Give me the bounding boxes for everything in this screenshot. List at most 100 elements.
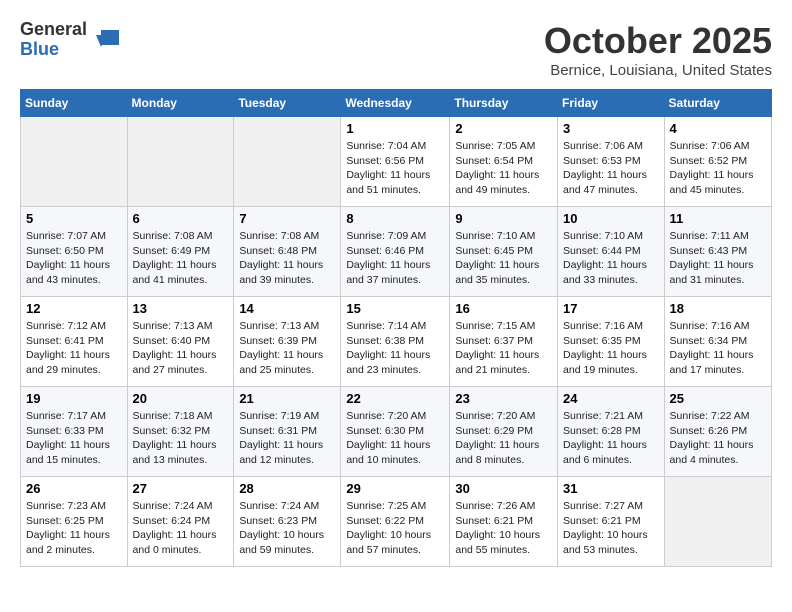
day-number: 17 (563, 301, 659, 316)
logo-icon (91, 25, 121, 55)
cell-content: Sunrise: 7:14 AMSunset: 6:38 PMDaylight:… (346, 319, 444, 378)
cell-content: Sunrise: 7:15 AMSunset: 6:37 PMDaylight:… (455, 319, 552, 378)
cell-content: Sunrise: 7:22 AMSunset: 6:26 PMDaylight:… (670, 409, 766, 468)
calendar-cell: 12 Sunrise: 7:12 AMSunset: 6:41 PMDayligh… (21, 297, 128, 387)
weekday-header-friday: Friday (558, 90, 665, 117)
calendar-cell: 2Sunrise: 7:05 AMSunset: 6:54 PMDaylight… (450, 117, 558, 207)
day-number: 28 (239, 481, 335, 496)
day-number: 29 (346, 481, 444, 496)
day-number: 21 (239, 391, 335, 406)
day-number: 11 (670, 211, 766, 226)
cell-content: Sunrise: 7:08 AMSunset: 6:49 PMDaylight:… (133, 229, 229, 288)
calendar-cell: 3 Sunrise: 7:06 AMSunset: 6:53 PMDaylight… (558, 117, 665, 207)
weekday-header-row: SundayMondayTuesdayWednesdayThursdayFrid… (21, 90, 772, 117)
calendar-week-row: 12 Sunrise: 7:12 AMSunset: 6:41 PMDayligh… (21, 297, 772, 387)
day-number: 6 (133, 211, 229, 226)
day-number: 23 (455, 391, 552, 406)
day-number: 15 (346, 301, 444, 316)
day-number: 22 (346, 391, 444, 406)
day-number: 1 (346, 121, 444, 136)
logo-general-text: General (20, 20, 87, 40)
day-number: 13 (133, 301, 229, 316)
calendar-cell: 10 Sunrise: 7:10 AMSunset: 6:44 PMDayligh… (558, 207, 665, 297)
calendar-cell: 9Sunrise: 7:10 AMSunset: 6:45 PMDaylight… (450, 207, 558, 297)
calendar-cell: 29 Sunrise: 7:25 AMSunset: 6:22 PMDayligh… (341, 477, 450, 567)
weekday-header-saturday: Saturday (664, 90, 771, 117)
calendar-cell: 22 Sunrise: 7:20 AMSunset: 6:30 PMDayligh… (341, 387, 450, 477)
weekday-header-tuesday: Tuesday (234, 90, 341, 117)
day-number: 26 (26, 481, 122, 496)
calendar-cell: 1 Sunrise: 7:04 AMSunset: 6:56 PMDaylight… (341, 117, 450, 207)
cell-content: Sunrise: 7:12 AMSunset: 6:41 PMDaylight:… (26, 319, 122, 378)
cell-content: Sunrise: 7:10 AMSunset: 6:44 PMDaylight:… (563, 229, 659, 288)
cell-content: Sunrise: 7:21 AMSunset: 6:28 PMDaylight:… (563, 409, 659, 468)
calendar-cell (21, 117, 128, 207)
calendar-cell (234, 117, 341, 207)
cell-content: Sunrise: 7:13 AMSunset: 6:39 PMDaylight:… (239, 319, 335, 378)
calendar-cell: 26Sunrise: 7:23 AMSunset: 6:25 PMDayligh… (21, 477, 128, 567)
calendar-cell: 24 Sunrise: 7:21 AMSunset: 6:28 PMDayligh… (558, 387, 665, 477)
day-number: 27 (133, 481, 229, 496)
cell-content: Sunrise: 7:11 AMSunset: 6:43 PMDaylight:… (670, 229, 766, 288)
cell-content: Sunrise: 7:09 AMSunset: 6:46 PMDaylight:… (346, 229, 444, 288)
cell-content: Sunrise: 7:26 AMSunset: 6:21 PMDaylight:… (455, 499, 552, 558)
weekday-header-sunday: Sunday (21, 90, 128, 117)
day-number: 25 (670, 391, 766, 406)
cell-content: Sunrise: 7:08 AMSunset: 6:48 PMDaylight:… (239, 229, 335, 288)
day-number: 19 (26, 391, 122, 406)
calendar-cell (127, 117, 234, 207)
cell-content: Sunrise: 7:18 AMSunset: 6:32 PMDaylight:… (133, 409, 229, 468)
calendar-cell: 13 Sunrise: 7:13 AMSunset: 6:40 PMDayligh… (127, 297, 234, 387)
weekday-header-wednesday: Wednesday (341, 90, 450, 117)
cell-content: Sunrise: 7:04 AMSunset: 6:56 PMDaylight:… (346, 139, 444, 198)
calendar-cell: 15 Sunrise: 7:14 AMSunset: 6:38 PMDayligh… (341, 297, 450, 387)
cell-content: Sunrise: 7:16 AMSunset: 6:35 PMDaylight:… (563, 319, 659, 378)
cell-content: Sunrise: 7:13 AMSunset: 6:40 PMDaylight:… (133, 319, 229, 378)
cell-content: Sunrise: 7:25 AMSunset: 6:22 PMDaylight:… (346, 499, 444, 558)
calendar-week-row: 5Sunrise: 7:07 AMSunset: 6:50 PMDaylight… (21, 207, 772, 297)
cell-content: Sunrise: 7:20 AMSunset: 6:30 PMDaylight:… (346, 409, 444, 468)
calendar-cell: 28 Sunrise: 7:24 AMSunset: 6:23 PMDayligh… (234, 477, 341, 567)
calendar-cell: 19Sunrise: 7:17 AMSunset: 6:33 PMDayligh… (21, 387, 128, 477)
calendar-cell: 16 Sunrise: 7:15 AMSunset: 6:37 PMDayligh… (450, 297, 558, 387)
month-title: October 2025 (544, 20, 772, 62)
location-subtitle: Bernice, Louisiana, United States (544, 62, 772, 79)
cell-content: Sunrise: 7:27 AMSunset: 6:21 PMDaylight:… (563, 499, 659, 558)
calendar-cell: 18Sunrise: 7:16 AMSunset: 6:34 PMDayligh… (664, 297, 771, 387)
cell-content: Sunrise: 7:10 AMSunset: 6:45 PMDaylight:… (455, 229, 552, 288)
calendar-cell: 7 Sunrise: 7:08 AMSunset: 6:48 PMDaylight… (234, 207, 341, 297)
day-number: 10 (563, 211, 659, 226)
calendar-week-row: 19Sunrise: 7:17 AMSunset: 6:33 PMDayligh… (21, 387, 772, 477)
calendar-cell: 23 Sunrise: 7:20 AMSunset: 6:29 PMDayligh… (450, 387, 558, 477)
day-number: 24 (563, 391, 659, 406)
cell-content: Sunrise: 7:20 AMSunset: 6:29 PMDaylight:… (455, 409, 552, 468)
calendar-cell: 17 Sunrise: 7:16 AMSunset: 6:35 PMDayligh… (558, 297, 665, 387)
calendar-cell: 4Sunrise: 7:06 AMSunset: 6:52 PMDaylight… (664, 117, 771, 207)
calendar-week-row: 26Sunrise: 7:23 AMSunset: 6:25 PMDayligh… (21, 477, 772, 567)
day-number: 3 (563, 121, 659, 136)
calendar-cell: 27 Sunrise: 7:24 AMSunset: 6:24 PMDayligh… (127, 477, 234, 567)
cell-content: Sunrise: 7:06 AMSunset: 6:52 PMDaylight:… (670, 139, 766, 198)
day-number: 20 (133, 391, 229, 406)
title-section: October 2025 Bernice, Louisiana, United … (544, 20, 772, 79)
day-number: 8 (346, 211, 444, 226)
day-number: 31 (563, 481, 659, 496)
logo: General Blue (20, 20, 121, 60)
cell-content: Sunrise: 7:24 AMSunset: 6:23 PMDaylight:… (239, 499, 335, 558)
day-number: 2 (455, 121, 552, 136)
page-header: General Blue October 2025 Bernice, Louis… (20, 20, 772, 79)
day-number: 18 (670, 301, 766, 316)
day-number: 16 (455, 301, 552, 316)
day-number: 12 (26, 301, 122, 316)
cell-content: Sunrise: 7:24 AMSunset: 6:24 PMDaylight:… (133, 499, 229, 558)
calendar-cell: 30Sunrise: 7:26 AMSunset: 6:21 PMDayligh… (450, 477, 558, 567)
calendar-cell: 8 Sunrise: 7:09 AMSunset: 6:46 PMDaylight… (341, 207, 450, 297)
calendar-cell: 5Sunrise: 7:07 AMSunset: 6:50 PMDaylight… (21, 207, 128, 297)
cell-content: Sunrise: 7:06 AMSunset: 6:53 PMDaylight:… (563, 139, 659, 198)
calendar-cell: 11 Sunrise: 7:11 AMSunset: 6:43 PMDayligh… (664, 207, 771, 297)
day-number: 7 (239, 211, 335, 226)
day-number: 14 (239, 301, 335, 316)
logo-blue-text: Blue (20, 40, 87, 60)
weekday-header-thursday: Thursday (450, 90, 558, 117)
calendar-week-row: 1 Sunrise: 7:04 AMSunset: 6:56 PMDaylight… (21, 117, 772, 207)
